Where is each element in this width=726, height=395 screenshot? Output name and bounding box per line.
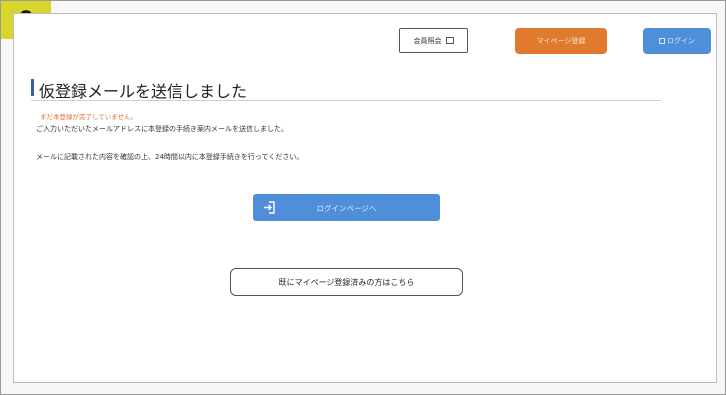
instruction-message: メールに記載された内容を確認の上、24時間以内に本登録手続きを行ってください。 [36,153,304,161]
mypage-register-label: マイページ登録 [536,37,586,45]
login-icon [659,38,665,44]
header-login-label: ログイン [667,37,695,45]
member-inquiry-button[interactable]: 会員照会 [399,28,468,53]
member-inquiry-label: 会員照会 [413,36,442,45]
login-page-label: ログインページへ [316,204,377,213]
external-link-icon [445,37,454,44]
mypage-register-button[interactable]: マイページ登録 [515,28,607,54]
header-login-button[interactable]: ログイン [643,28,711,54]
title-divider [31,100,661,101]
already-registered-button[interactable]: 既にマイページ登録済みの方はこちら [230,268,463,296]
sent-message: ご入力いただいたメールアドレスに本登録の手続き案内メールを送信しました。 [36,125,288,133]
title-accent-bar [31,79,34,96]
login-page-button[interactable]: ログインページへ [253,194,440,221]
already-registered-label: 既にマイページ登録済みの方はこちら [278,277,415,287]
page-title: 仮登録メールを送信しました [39,82,248,101]
incomplete-warning: まだ本登録が完了していません。 [40,113,138,121]
